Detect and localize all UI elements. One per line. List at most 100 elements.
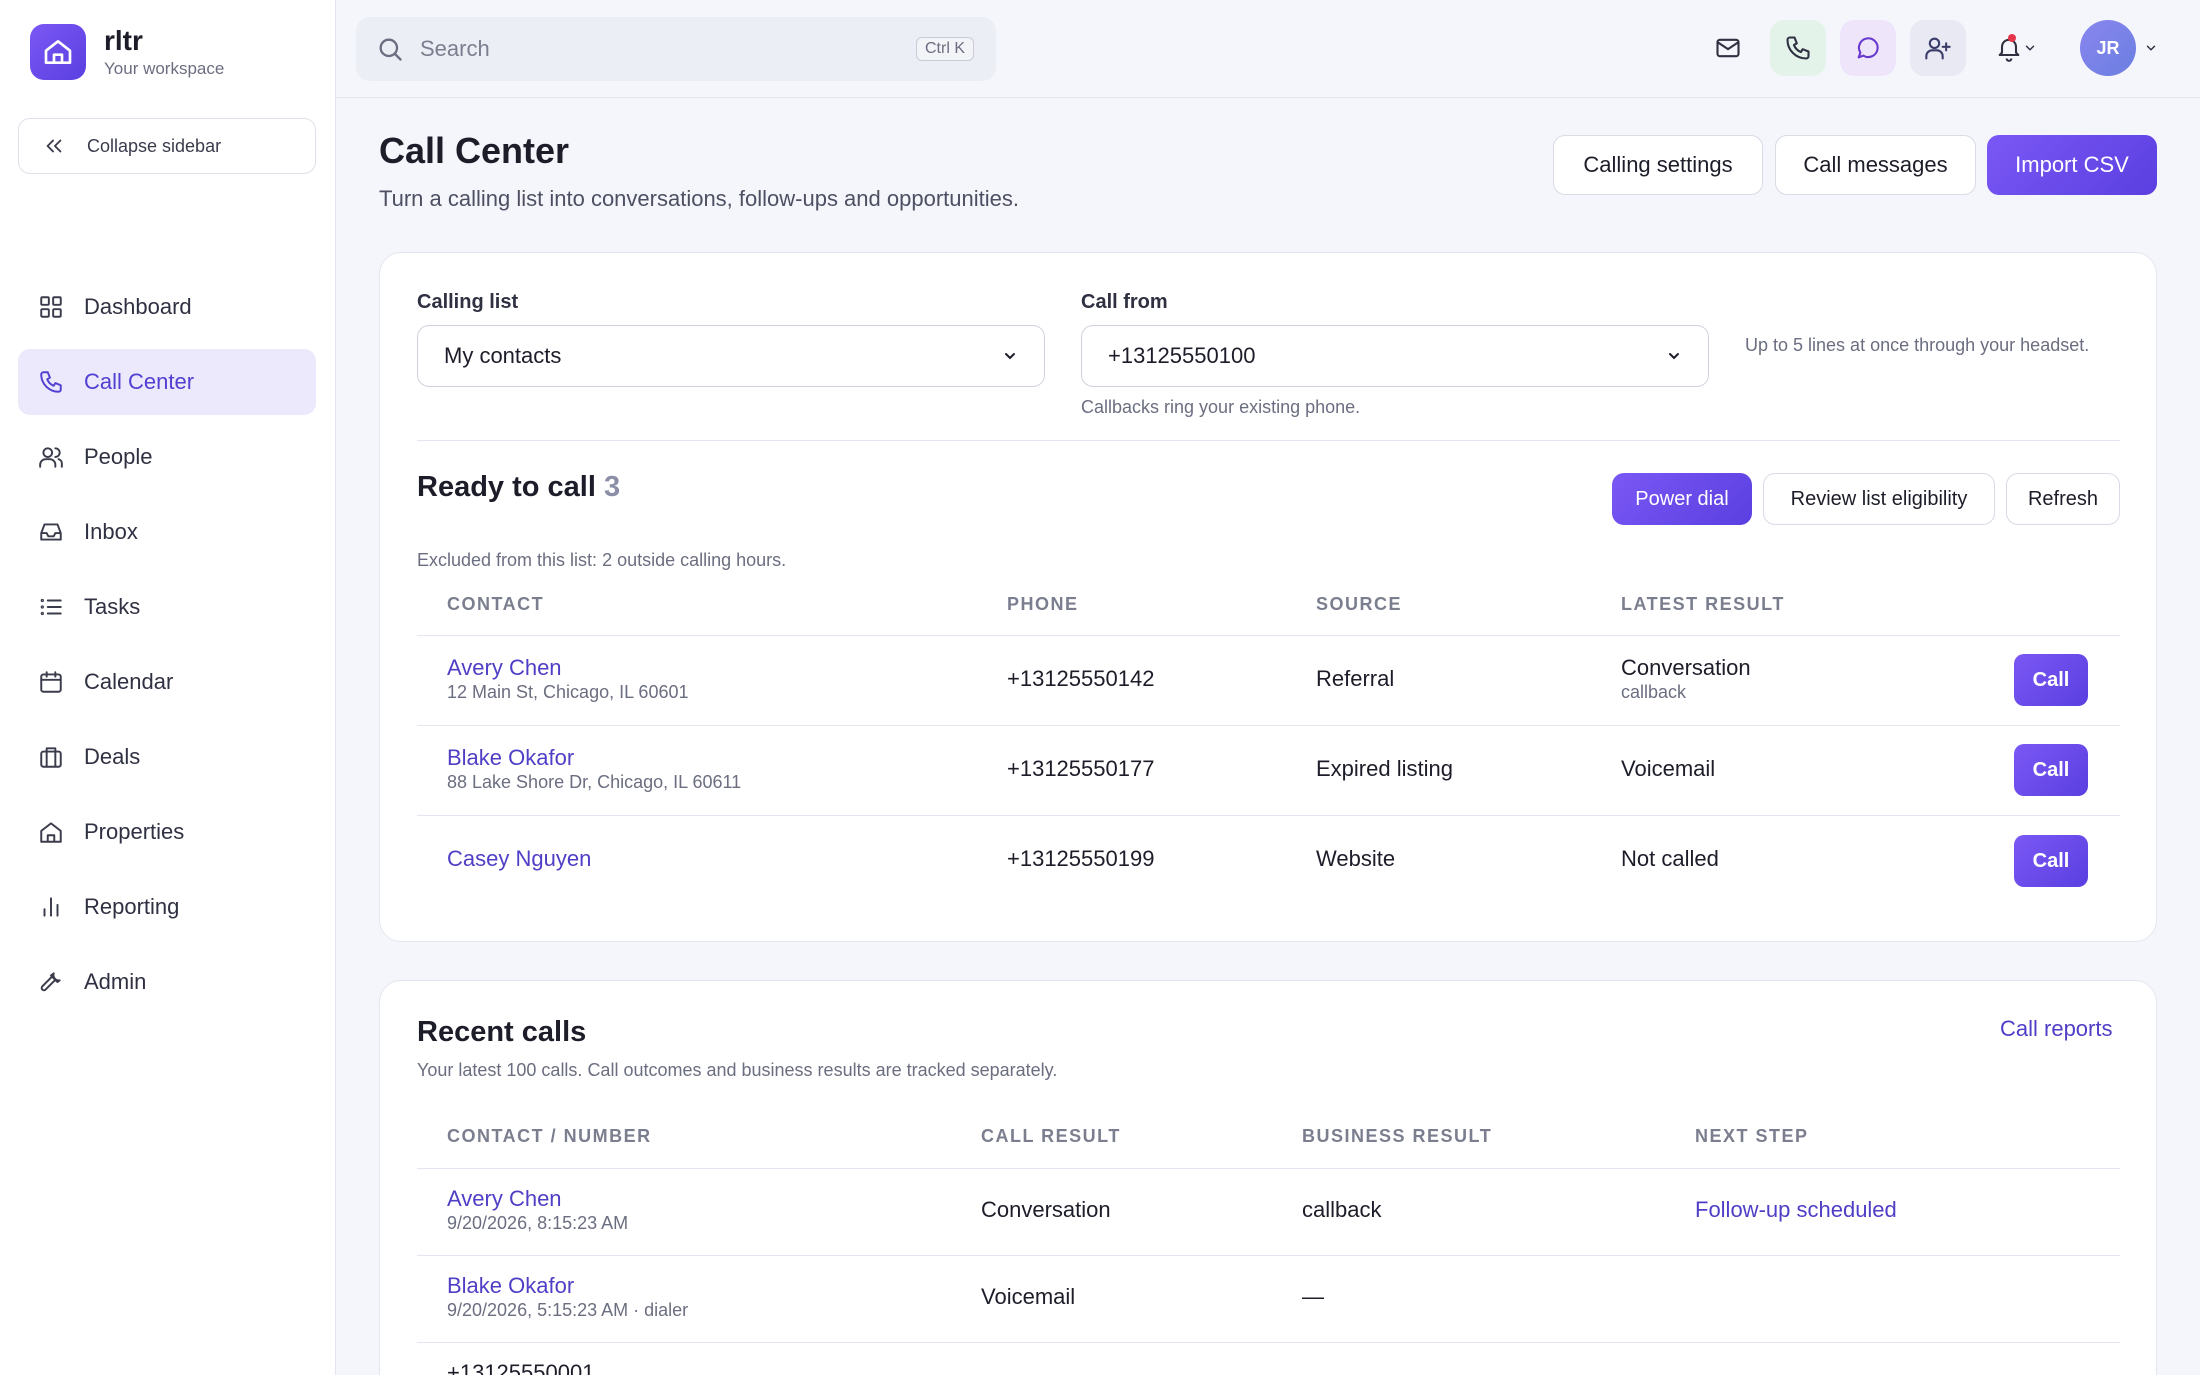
ready-to-call-label: Ready to call xyxy=(417,471,596,503)
lines-hint: Up to 5 lines at once through your heads… xyxy=(1745,335,2090,355)
avatar: JR xyxy=(2080,20,2136,76)
sidebar-item-call-center[interactable]: Call Center xyxy=(18,349,316,415)
house-icon xyxy=(40,822,62,843)
call-messages-button[interactable]: Call messages xyxy=(1775,135,1976,195)
calendar-icon xyxy=(40,671,62,693)
calling-settings-button[interactable]: Calling settings xyxy=(1553,135,1763,195)
sidebar-item-deals[interactable]: Deals xyxy=(18,724,316,790)
sidebar-item-label: Deals xyxy=(84,744,141,769)
column-header: CONTACT / NUMBER xyxy=(447,1126,652,1146)
row-divider xyxy=(417,1342,2120,1343)
phone-button[interactable] xyxy=(1770,20,1826,76)
import-csv-button[interactable]: Import CSV xyxy=(1987,135,2157,195)
call-reports-link[interactable]: Call reports xyxy=(2000,1016,2112,1042)
collapse-sidebar-button[interactable]: Collapse sidebar xyxy=(18,118,316,174)
phone-number: +13125550199 xyxy=(1007,846,1155,871)
search-input[interactable] xyxy=(420,36,860,62)
users-icon xyxy=(39,447,63,468)
contact-name-link[interactable]: Avery Chen xyxy=(447,1186,562,1212)
latest-result: Voicemail xyxy=(1621,756,1716,781)
wrench-icon xyxy=(40,972,61,992)
add-person-button[interactable] xyxy=(1910,20,1966,76)
sidebar-item-tasks[interactable]: Tasks xyxy=(18,574,316,640)
sidebar-item-people[interactable]: People xyxy=(18,424,316,490)
row-divider xyxy=(417,1168,2120,1169)
contact-name-link[interactable]: Casey Nguyen xyxy=(447,846,591,872)
call-button[interactable]: Call xyxy=(2014,744,2088,796)
chat-bubble-icon xyxy=(1857,37,1879,59)
house-logo-icon xyxy=(30,24,86,80)
calling-list-select[interactable]: My contacts xyxy=(417,325,1045,387)
brand-name: rltr xyxy=(104,25,143,56)
sidebar-item-calendar[interactable]: Calendar xyxy=(18,649,316,715)
next-step-link[interactable]: Follow-up scheduled xyxy=(1695,1197,1897,1223)
contact-address: 88 Lake Shore Dr, Chicago, IL 60611 xyxy=(447,772,742,792)
user-plus-icon xyxy=(1925,37,1951,60)
business-result: callback xyxy=(1302,1197,1382,1222)
sidebar-item-label: People xyxy=(84,444,153,469)
call-button[interactable]: Call xyxy=(2014,654,2088,706)
sidebar-item-admin[interactable]: Admin xyxy=(18,949,316,1015)
call-button[interactable]: Call xyxy=(2014,835,2088,887)
chevron-down-icon xyxy=(1005,353,1015,360)
notification-dot xyxy=(2008,34,2016,42)
column-header: NEXT STEP xyxy=(1695,1126,1809,1146)
recent-calls-card: Recent calls Call reports Your latest 10… xyxy=(379,980,2157,1375)
notifications-button[interactable] xyxy=(1980,20,2052,76)
sidebar-item-inbox[interactable]: Inbox xyxy=(18,499,316,565)
search-bar[interactable]: Ctrl K xyxy=(356,17,996,81)
column-header: BUSINESS RESULT xyxy=(1302,1126,1493,1146)
excluded-note: Excluded from this list: 2 outside calli… xyxy=(417,550,787,570)
divider xyxy=(417,440,2120,441)
call-from-value: +13125550100 xyxy=(1108,343,1256,368)
column-header: LATEST RESULT xyxy=(1621,594,1785,614)
column-header: SOURCE xyxy=(1316,594,1403,614)
workspace-label: Your workspace xyxy=(104,59,225,78)
sidebar-item-label: Inbox xyxy=(84,519,138,544)
user-menu[interactable]: JR xyxy=(2080,20,2158,76)
messages-button[interactable] xyxy=(1840,20,1896,76)
sidebar-item-properties[interactable]: Properties xyxy=(18,799,316,865)
source: Referral xyxy=(1316,666,1395,691)
latest-result-sub: callback xyxy=(1621,682,1687,702)
call-from-select[interactable]: +13125550100 xyxy=(1081,325,1709,387)
sidebar-item-reporting[interactable]: Reporting xyxy=(18,874,316,940)
contact-name-link[interactable]: Avery Chen xyxy=(447,655,562,681)
page-subtitle: Turn a calling list into conversations, … xyxy=(379,186,1019,211)
latest-result: Conversation xyxy=(1621,655,1751,680)
search-icon xyxy=(379,38,402,61)
refresh-button[interactable]: Refresh xyxy=(2006,473,2120,525)
grid-icon xyxy=(40,296,62,318)
contact-name-link[interactable]: Blake Okafor xyxy=(447,745,574,771)
list-icon xyxy=(40,598,62,616)
sidebar: rltr Your workspace Collapse sidebar Das… xyxy=(0,0,336,1375)
collapse-sidebar-label: Collapse sidebar xyxy=(87,135,222,156)
contact-name-link[interactable]: Blake Okafor xyxy=(447,1273,574,1299)
phone-number: +13125550142 xyxy=(1007,666,1155,691)
sidebar-item-label: Call Center xyxy=(84,369,195,394)
sidebar-item-label: Reporting xyxy=(84,894,180,919)
column-header: CALL RESULT xyxy=(981,1126,1121,1146)
column-header: CONTACT xyxy=(447,594,545,614)
phone-icon xyxy=(40,371,62,393)
sidebar-item-label: Tasks xyxy=(84,594,141,619)
call-from-hint: Callbacks ring your existing phone. xyxy=(1081,397,1361,417)
row-divider xyxy=(417,1255,2120,1256)
power-dial-button[interactable]: Power dial xyxy=(1612,473,1752,525)
contact-number: +13125550001 xyxy=(447,1360,595,1375)
call-timestamp: 9/20/2026, 8:15:23 AM xyxy=(447,1213,629,1233)
phone-icon xyxy=(1786,36,1810,60)
review-list-eligibility-button[interactable]: Review list eligibility xyxy=(1763,473,1995,525)
mail-icon xyxy=(1716,38,1740,58)
source: Website xyxy=(1316,846,1396,871)
sidebar-item-label: Properties xyxy=(84,819,185,844)
row-divider xyxy=(417,725,2120,726)
call-result: Voicemail xyxy=(981,1284,1076,1309)
sidebar-item-dashboard[interactable]: Dashboard xyxy=(18,274,316,340)
sidebar-item-label: Admin xyxy=(84,969,147,994)
mail-button[interactable] xyxy=(1700,20,1756,76)
bar-chart-icon xyxy=(43,897,59,917)
chevron-down-icon xyxy=(1669,353,1679,360)
latest-result: Not called xyxy=(1621,846,1719,871)
brand[interactable]: rltr Your workspace xyxy=(30,24,224,80)
